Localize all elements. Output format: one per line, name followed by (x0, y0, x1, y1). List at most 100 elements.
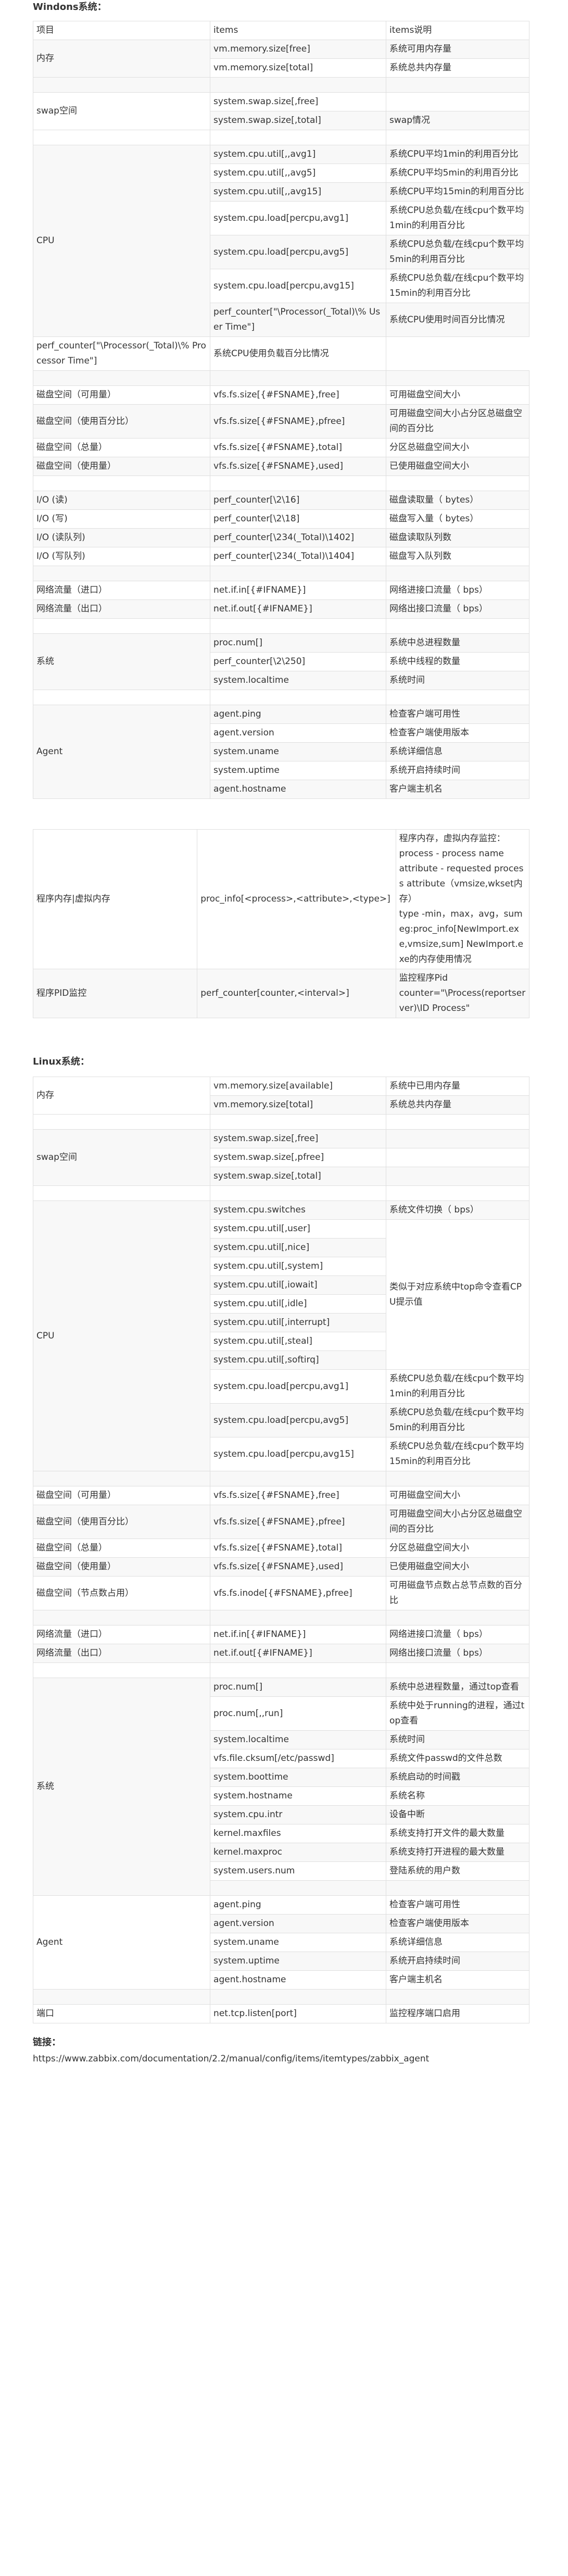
item-description-cell: 系统中总进程数量，通过top查看 (386, 1678, 529, 1697)
item-description-cell: 程序内存，虚拟内存监控： process - process name attr… (395, 829, 530, 969)
item-key-cell: agent.ping (210, 1895, 387, 1915)
item-key-cell: system.swap.size[,total] (210, 111, 387, 130)
item-key-cell: vfs.fs.size[{#FSNAME},used] (210, 457, 387, 476)
item-description-cell: 系统CPU总负载/在线cpu个数平均15min的利用百分比 (386, 269, 529, 303)
item-category-cell (32, 1662, 211, 1678)
item-key-cell (210, 77, 387, 93)
item-category-cell: 磁盘空间（可用量） (32, 385, 211, 405)
item-key-cell: items (210, 21, 387, 40)
item-description-cell: 可用磁盘空间大小 (386, 1486, 529, 1505)
item-key-cell: vfs.fs.inode[{#FSNAME},pfree] (210, 1576, 387, 1610)
item-key-cell: vfs.fs.size[{#FSNAME},free] (210, 385, 387, 405)
table-row (32, 476, 529, 491)
table-row: I/O (读) perf_counter[\2\16] 磁盘读取量（ bytes） (32, 491, 529, 510)
item-category-cell: 内存 (32, 1077, 211, 1115)
item-category-cell: 程序PID监控 (32, 969, 198, 1018)
item-description-cell: 系统CPU总负载/在线cpu个数平均1min的利用百分比 (386, 1369, 529, 1404)
item-description-cell: 可用磁盘节点数占总节点数的百分比 (386, 1576, 529, 1610)
item-category-cell: I/O (读队列) (32, 528, 211, 547)
item-key-cell: system.cpu.load[percpu,avg1] (210, 1369, 387, 1404)
item-description-cell: 系统CPU总负载/在线cpu个数平均5min的利用百分比 (386, 235, 529, 269)
item-description-cell: 客户端主机名 (386, 780, 529, 799)
item-description-cell (386, 77, 529, 93)
item-description-cell: 可用磁盘空间大小 (386, 385, 529, 405)
item-description-cell: 系统总共内存量 (386, 58, 529, 78)
item-key-cell: system.cpu.load[percpu,avg5] (210, 235, 387, 269)
table-row: 程序内存|虚拟内存 proc_info[<process>,<attribute>… (32, 829, 530, 969)
item-key-cell: system.cpu.switches (210, 1201, 387, 1220)
table-row: 磁盘空间（总量） vfs.fs.size[{#FSNAME},total] 分区总磁… (32, 438, 529, 457)
table-row: 磁盘空间（使用量） vfs.fs.size[{#FSNAME},used] 已使用磁… (32, 457, 529, 476)
item-key-cell: perf_counter[\2\250] (210, 652, 387, 671)
item-description-cell (386, 1610, 529, 1625)
item-description-cell (386, 1471, 529, 1486)
table-row: 系统 proc.num[] 系统中总进程数量，通过top查看 (32, 1678, 529, 1896)
item-description-cell: 网络进接口流量（ bps） (386, 581, 529, 600)
table-row: CPU system.cpu.util[,,avg1] 系统CPU平均1min的利用… (32, 145, 529, 337)
table-row (32, 618, 529, 634)
table-row: swap空间 system.swap.size[,free] (32, 92, 529, 130)
table-row: perf_counter["\Processor(_Total)\% Proce… (32, 336, 529, 371)
item-description-cell: 检查客户端使用版本 (386, 723, 529, 743)
item-description-cell: 系统启动的时间戳 (386, 1768, 529, 1787)
item-key-cell: proc.num[] (210, 1678, 387, 1697)
table-row: I/O (写) perf_counter[\2\18] 磁盘写入量（ bytes） (32, 509, 529, 529)
item-description-cell (386, 92, 529, 111)
item-key-cell: agent.version (210, 1914, 387, 1933)
item-description-cell: 系统中总进程数量 (386, 633, 529, 653)
table-row (32, 130, 529, 145)
item-key-cell (210, 130, 387, 145)
item-key-cell: system.cpu.util[,,avg1] (210, 145, 387, 164)
item-category-cell (32, 566, 211, 581)
item-key-cell: vfs.fs.size[{#FSNAME},pfree] (210, 404, 387, 439)
item-category-cell: CPU (32, 145, 211, 337)
item-key-cell: system.hostname (210, 1786, 387, 1806)
item-category-cell: 磁盘空间（使用百分比） (32, 1505, 211, 1539)
item-key-cell: vm.memory.size[total] (210, 58, 387, 78)
item-key-cell: kernel.maxfiles (210, 1824, 387, 1843)
item-key-cell: system.boottime (210, 1768, 387, 1787)
item-category-cell (32, 618, 211, 634)
item-description-cell: 系统中已用内存量 (386, 1077, 529, 1096)
zabbix-doc-link[interactable]: https://www.zabbix.com/documentation/2.2… (33, 2054, 568, 2064)
table-row (32, 1114, 529, 1130)
item-key-cell (210, 618, 387, 634)
item-description-cell: 磁盘写入队列数 (386, 547, 529, 566)
item-key-cell: vfs.fs.size[{#FSNAME},used] (210, 1557, 387, 1577)
item-category-cell: I/O (写队列) (32, 547, 211, 566)
item-description-cell: 网络出接口流量（ bps） (386, 599, 529, 619)
item-description-cell: 系统文件切换（ bps） (386, 1201, 529, 1220)
item-key-cell: perf_counter[\234(_Total)\1404] (210, 547, 387, 566)
item-description-cell: swap情况 (386, 111, 529, 130)
item-key-cell: kernel.maxproc (210, 1843, 387, 1862)
linux-section-title: Linux系统： (33, 1056, 90, 1067)
item-key-cell: net.if.out[{#IFNAME}] (210, 1644, 387, 1663)
linux-items-table: 内存 vm.memory.size[available] 系统中已用内存量 vm.me… (32, 1077, 529, 2023)
item-description-cell (386, 566, 529, 581)
item-key-cell (210, 1880, 387, 1896)
table-row (32, 77, 529, 93)
item-key-cell: net.if.in[{#IFNAME}] (210, 1625, 387, 1644)
table-row: swap空间 system.swap.size[,free] (32, 1129, 529, 1186)
item-category-cell (32, 77, 211, 93)
table-row: 磁盘空间（使用百分比） vfs.fs.size[{#FSNAME},pfree] 可… (32, 1505, 529, 1539)
item-description-cell (386, 1114, 529, 1130)
table-row: Agent agent.ping 检查客户端可用性 (32, 705, 529, 799)
item-description-cell: 系统CPU总负载/在线cpu个数平均1min的利用百分比 (386, 201, 529, 235)
item-category-cell: 磁盘空间（可用量） (32, 1486, 211, 1505)
item-description-cell: 设备中断 (386, 1805, 529, 1824)
item-category-cell (32, 690, 211, 705)
item-description-cell: 系统文件passwd的文件总数 (386, 1749, 529, 1768)
table-row: 磁盘空间（节点数占用） vfs.fs.inode[{#FSNAME},pfree]… (32, 1576, 529, 1610)
item-key-cell (210, 1471, 387, 1486)
item-key-cell (210, 1662, 387, 1678)
item-category-cell (32, 1185, 211, 1201)
item-category-cell: 端口 (32, 2004, 211, 2023)
item-key-cell: system.cpu.load[percpu,avg15] (210, 269, 387, 303)
item-key-cell: system.swap.size[,free] (210, 1129, 387, 1148)
item-description-cell (386, 1167, 529, 1186)
item-description-cell: 系统CPU使用负载百分比情况 (210, 336, 387, 371)
table-row: 内存 vm.memory.size[available] 系统中已用内存量 (32, 1077, 529, 1115)
item-description-cell: 系统开启持续时间 (386, 761, 529, 780)
item-key-cell: proc_info[<process>,<attribute>,<type>] (197, 829, 396, 969)
